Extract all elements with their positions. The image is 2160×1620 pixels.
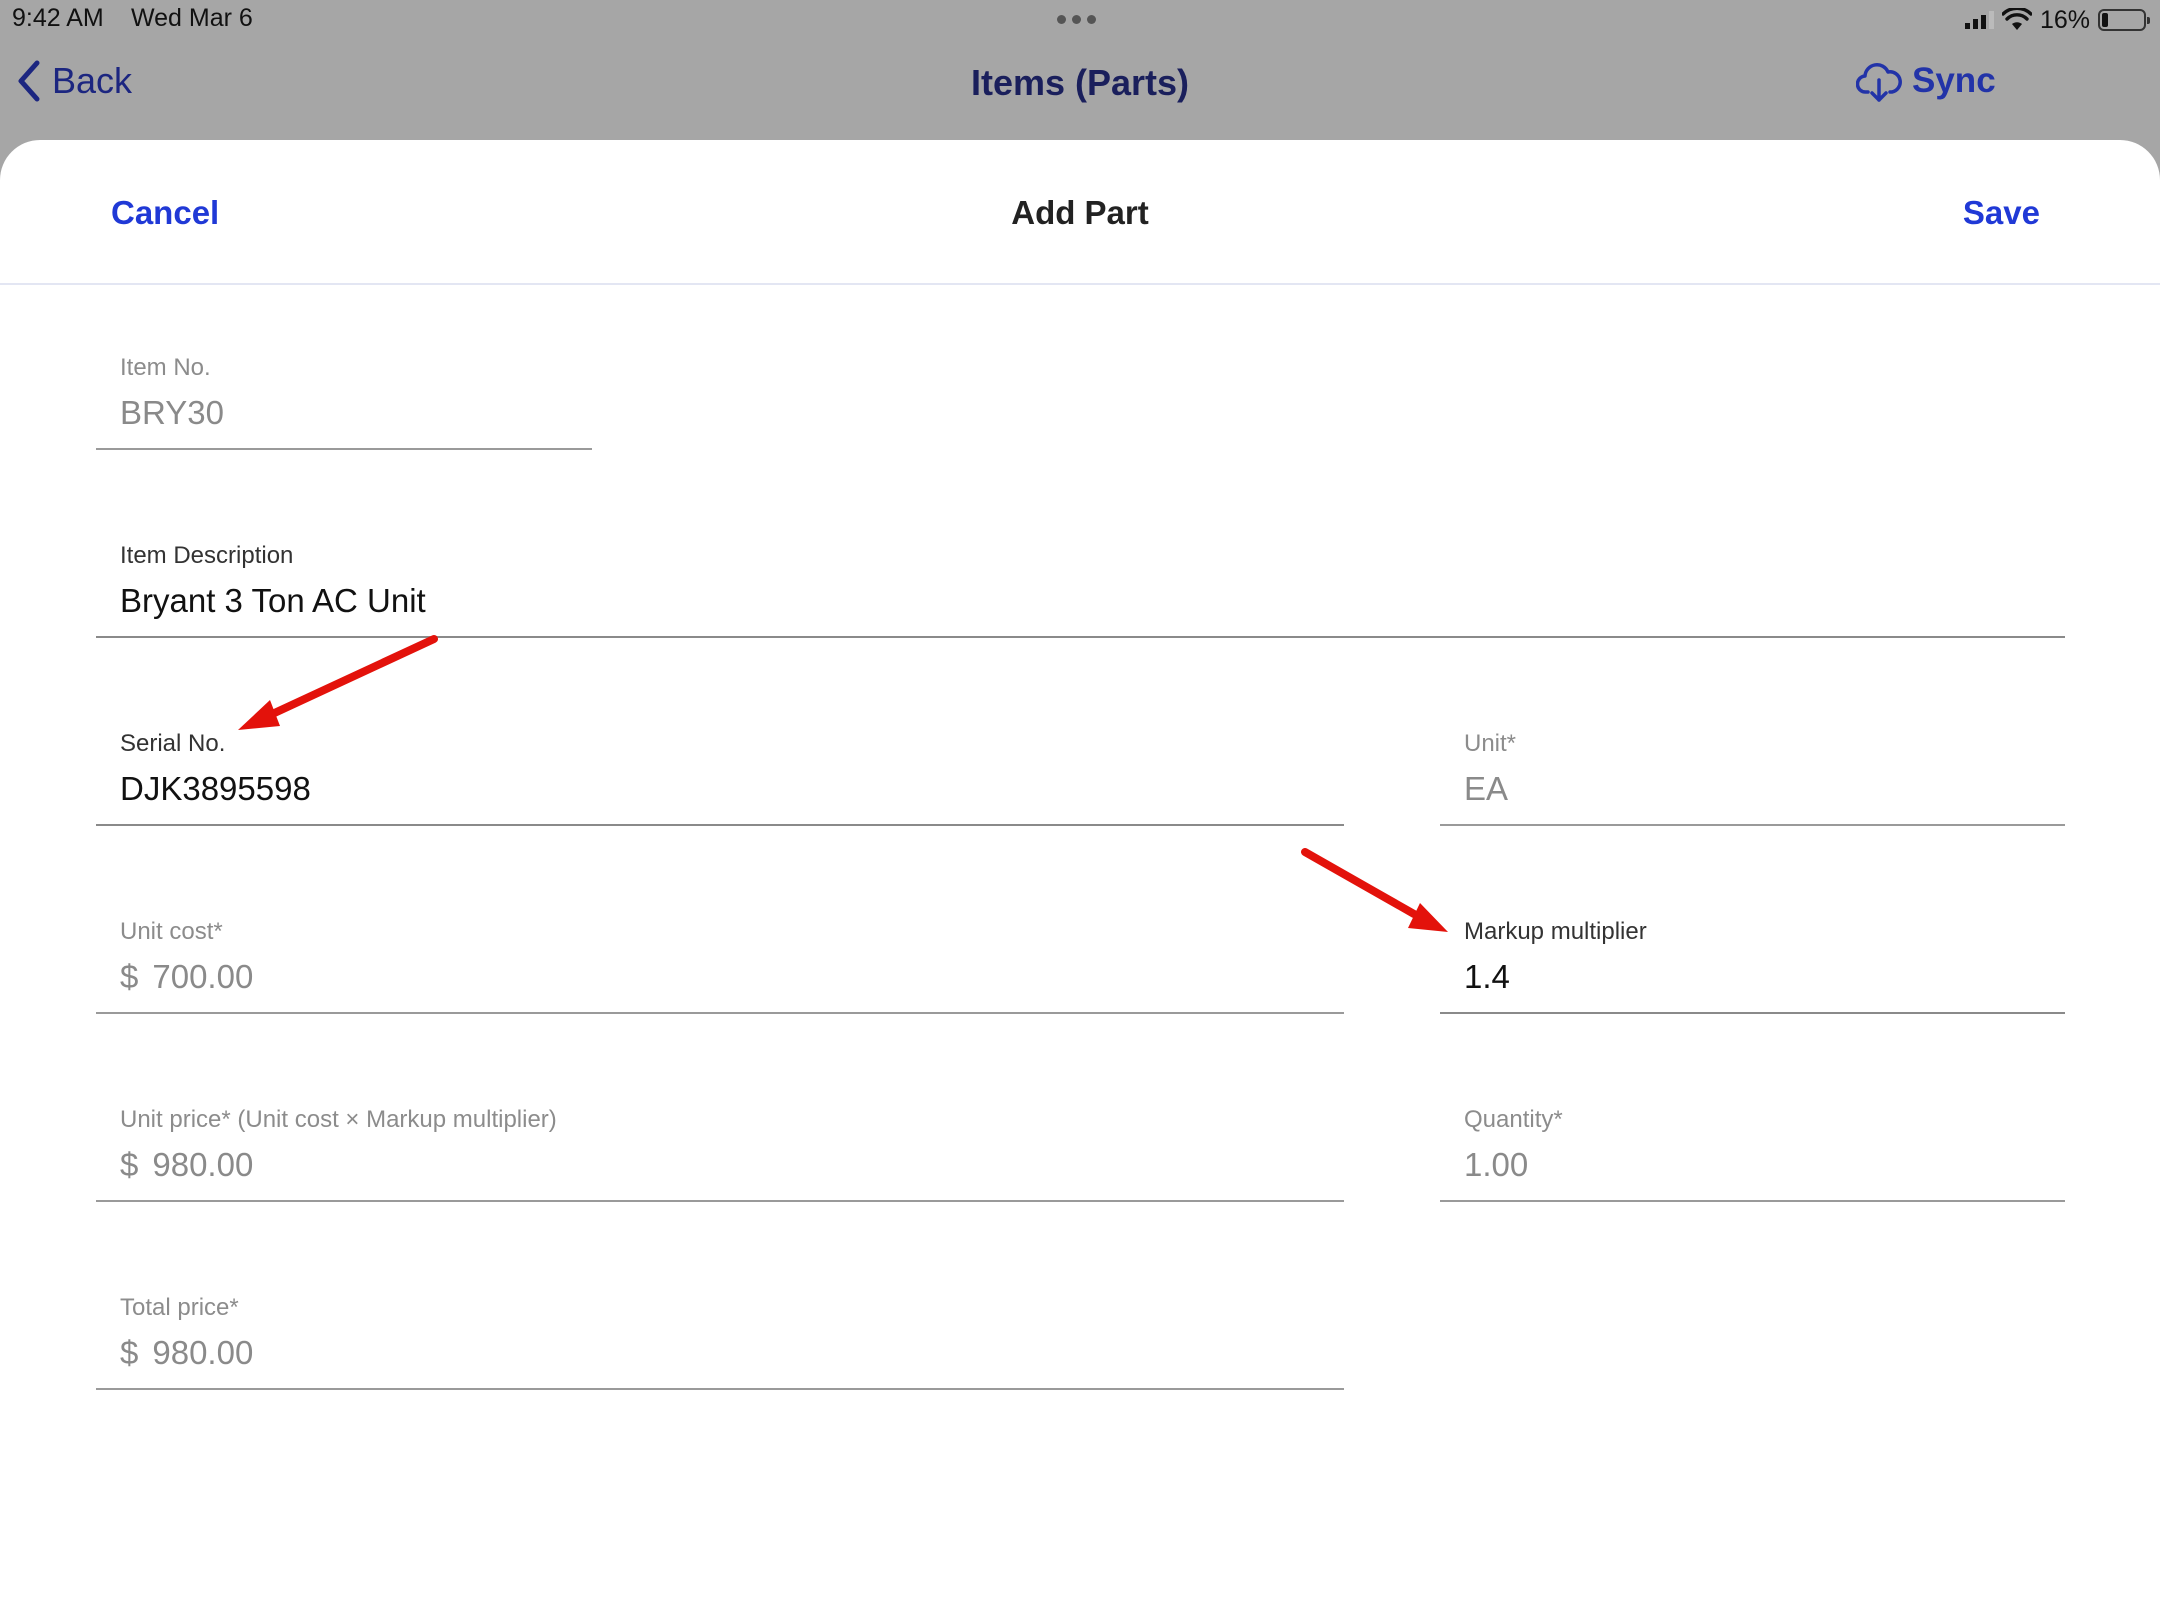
- battery-percent: 16%: [2039, 5, 2090, 34]
- cellular-signal-icon: [1964, 11, 1994, 29]
- serial-no-label: Serial No.: [120, 730, 226, 757]
- status-indicators: 16%: [1964, 4, 2150, 36]
- total-price-currency: $: [120, 1334, 139, 1371]
- save-button[interactable]: Save: [1963, 194, 2040, 232]
- status-date: Wed Mar 6: [131, 4, 253, 32]
- unit-cost-value: 700.00: [152, 958, 254, 995]
- add-part-sheet: Cancel Add Part Save Item No. BRY30 Item…: [0, 140, 2160, 1620]
- unit-label: Unit*: [1464, 730, 1517, 757]
- markup-multiplier-label: Markup multiplier: [1464, 918, 1647, 945]
- status-time: 9:42 AM: [12, 4, 104, 32]
- unit-cost-field[interactable]: Unit cost* $700.00: [96, 918, 1344, 1014]
- multitasking-dots-icon[interactable]: [1057, 15, 1096, 24]
- total-price-value: 980.00: [152, 1334, 254, 1371]
- item-no-value: BRY30: [120, 394, 224, 431]
- unit-price-field[interactable]: Unit price* (Unit cost × Markup multipli…: [96, 1106, 1344, 1202]
- markup-multiplier-value: 1.4: [1464, 958, 1510, 995]
- item-no-field[interactable]: Item No. BRY30: [96, 354, 592, 450]
- unit-cost-label: Unit cost*: [120, 918, 223, 945]
- sheet-header: Cancel Add Part Save: [0, 140, 2160, 285]
- sheet-title: Add Part: [1011, 194, 1149, 231]
- unit-cost-currency: $: [120, 958, 139, 995]
- unit-field[interactable]: Unit* EA: [1440, 730, 2065, 826]
- total-price-label: Total price*: [120, 1294, 239, 1321]
- unit-price-label: Unit price* (Unit cost × Markup multipli…: [120, 1106, 557, 1133]
- page-title: Items (Parts): [970, 62, 1190, 103]
- unit-price-value-wrap: $980.00: [120, 1146, 253, 1184]
- quantity-value: 1.00: [1464, 1146, 1529, 1183]
- unit-price-currency: $: [120, 1146, 139, 1183]
- markup-multiplier-field[interactable]: Markup multiplier 1.4: [1440, 918, 2065, 1014]
- serial-no-value: DJK3895598: [120, 770, 311, 807]
- battery-icon: [2098, 9, 2150, 31]
- unit-cost-value-wrap: $700.00: [120, 958, 253, 996]
- wifi-icon: [2001, 8, 2032, 30]
- item-description-value: Bryant 3 Ton AC Unit: [120, 582, 426, 619]
- total-price-field[interactable]: Total price* $980.00: [96, 1294, 1344, 1390]
- sync-label: Sync: [1912, 61, 1996, 100]
- item-description-field[interactable]: Item Description Bryant 3 Ton AC Unit: [96, 542, 2065, 638]
- unit-value: EA: [1464, 770, 1509, 807]
- sync-button[interactable]: Sync: [1856, 60, 1996, 102]
- cloud-download-icon: [1856, 63, 1902, 102]
- total-price-value-wrap: $980.00: [120, 1334, 253, 1372]
- status-bar: 9:42 AM Wed Mar 6 16%: [0, 0, 2160, 40]
- serial-no-field[interactable]: Serial No. DJK3895598: [96, 730, 1344, 826]
- nav-bar: Back Items (Parts) Sync: [0, 40, 2160, 140]
- item-description-label: Item Description: [120, 542, 294, 569]
- unit-price-value: 980.00: [152, 1146, 254, 1183]
- quantity-field[interactable]: Quantity* 1.00: [1440, 1106, 2065, 1202]
- quantity-label: Quantity*: [1464, 1106, 1563, 1133]
- item-no-label: Item No.: [120, 354, 211, 381]
- battery-level: [2102, 13, 2108, 27]
